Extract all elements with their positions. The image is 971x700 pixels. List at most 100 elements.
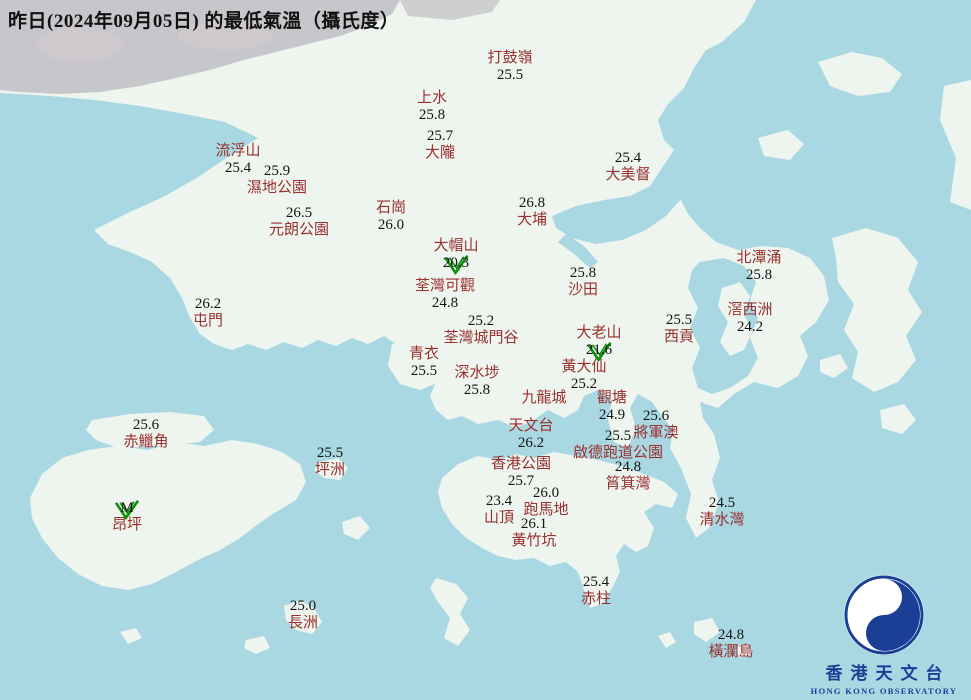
station-name: 石崗 [375, 200, 407, 216]
station-temp: 25.5 [410, 363, 438, 379]
station-cheung-chau: 25.0 長洲 [288, 598, 318, 632]
station-wong-tai-sin: 黃大仙 25.2 [561, 359, 606, 393]
station-temp: 25.5 [316, 445, 344, 461]
station-temp: 26.2 [194, 296, 222, 312]
station-sheung-shui: 上水 25.8 [417, 90, 447, 124]
station-temp: 25.8 [569, 265, 597, 281]
station-tsuen-wan-shing-mun-valley: 25.2 荃灣城門谷 [443, 313, 518, 347]
station-temp: 24.5 [708, 495, 736, 511]
station-name: 滘西洲 [727, 302, 773, 318]
station-the-peak: 23.4 山頂 [484, 493, 514, 527]
station-name: 青衣 [408, 346, 440, 362]
station-temp: 26.0 [532, 485, 560, 501]
station-shau-kei-wan: 24.8 筲箕灣 [605, 459, 650, 493]
station-tsuen-wan-ho-koon: 荃灣可觀 24.8 [415, 278, 475, 312]
station-temp: 25.8 [745, 267, 773, 283]
station-temp: 25.5 [496, 67, 524, 83]
station-temp: 26.8 [518, 195, 546, 211]
station-tai-mo-shan: 大帽山 20.3 [433, 238, 479, 275]
station-name: 大老山 [576, 325, 622, 341]
station-name: 天文台 [508, 418, 554, 434]
station-name: 打鼓嶺 [487, 50, 533, 66]
station-name: 大隴 [424, 145, 456, 161]
station-wong-chuk-hang: 26.1 黃竹坑 [511, 516, 556, 550]
station-temp: M [114, 499, 140, 520]
station-name: 屯門 [192, 313, 224, 329]
station-happy-valley: 26.0 跑馬地 [523, 485, 568, 519]
station-clear-water-bay: 24.5 清水灣 [699, 495, 744, 529]
station-name: 大美督 [605, 167, 651, 183]
station-temp: 24.8 [717, 627, 745, 643]
station-temp: 26.2 [517, 435, 545, 451]
station-name: 九龍城 [521, 390, 567, 406]
station-tates-cairn: 大老山 21.6 [576, 325, 622, 362]
station-name: 黃大仙 [561, 359, 607, 375]
station-tai-po: 26.8 大埔 [517, 195, 547, 229]
station-temp: 25.5 [604, 428, 632, 444]
station-name: 流浮山 [215, 143, 261, 159]
hko-logo: 香港天文台 HONG KONG OBSERVATORY [799, 573, 969, 696]
station-kwun-tong: 觀塘 24.9 [597, 390, 627, 424]
urban-patch [38, 28, 122, 62]
station-sai-kung: 25.5 西貢 [664, 312, 694, 346]
station-kau-sai-chau: 滘西洲 24.2 [727, 302, 772, 336]
station-name: 濕地公園 [246, 180, 308, 196]
station-sha-tin: 25.8 沙田 [568, 265, 598, 299]
station-temp: 26.0 [377, 217, 405, 233]
station-temp: 24.8 [431, 295, 459, 311]
station-pak-tam-chung: 北潭涌 25.8 [736, 250, 781, 284]
station-name: 橫瀾島 [708, 644, 754, 660]
station-temp: 23.4 [485, 493, 513, 509]
station-tai-lung: 25.7 大隴 [425, 128, 455, 162]
station-tsing-yi: 青衣 25.5 [409, 346, 439, 380]
station-name: 山頂 [483, 510, 515, 526]
station-observatory: 天文台 26.2 [508, 418, 553, 452]
station-temp: 25.8 [418, 107, 446, 123]
station-name: 將軍澳 [633, 425, 679, 441]
station-tseung-kwan-o: 25.6 將軍澳 [633, 408, 678, 442]
station-waglan-island: 24.8 橫瀾島 [708, 627, 753, 661]
station-yuen-long-park: 26.5 元朗公園 [269, 205, 329, 239]
station-temp: 25.8 [463, 382, 491, 398]
station-temp: 24.8 [614, 459, 642, 475]
station-name: 昂坪 [111, 517, 143, 533]
station-temp: 25.6 [642, 408, 670, 424]
station-name: 赤鱲角 [123, 434, 169, 450]
station-temp: 21.6 [586, 341, 612, 362]
station-name: 觀塘 [596, 390, 628, 406]
station-name: 大埔 [516, 212, 548, 228]
station-temp: 25.6 [132, 417, 160, 433]
station-name: 上水 [416, 90, 448, 106]
weather-map-screen: 昨日(2024年09月05日) 的最低氣溫（攝氏度） 打鼓嶺 25.5 上水 25.8… [0, 0, 971, 700]
station-stanley: 25.4 赤柱 [581, 574, 611, 608]
station-peng-chau: 25.5 坪洲 [315, 445, 345, 479]
station-name: 黃竹坑 [511, 533, 557, 549]
station-name: 元朗公園 [268, 222, 330, 238]
station-temp: 26.5 [285, 205, 313, 221]
station-name: 清水灣 [699, 512, 745, 528]
hko-logo-icon [844, 575, 924, 655]
station-shek-kong: 石崗 26.0 [376, 200, 406, 234]
station-temp: 25.7 [426, 128, 454, 144]
station-ngong-ping: M 昂坪 [111, 499, 143, 534]
station-name: 荃灣城門谷 [443, 330, 519, 346]
station-name: 北潭涌 [736, 250, 782, 266]
station-temp: 24.2 [736, 319, 764, 335]
station-name: 坪洲 [314, 462, 346, 478]
hko-name-chinese: 香港天文台 [825, 664, 951, 683]
station-tuen-mun: 26.2 屯門 [193, 296, 223, 330]
station-temp: 25.2 [570, 376, 598, 392]
station-temp: 26.1 [520, 516, 548, 532]
station-name: 深水埗 [454, 365, 500, 381]
hko-name-english: HONG KONG OBSERVATORY [810, 686, 958, 696]
station-temp: 25.4 [582, 574, 610, 590]
station-name: 長洲 [287, 615, 319, 631]
station-temp: 25.0 [289, 598, 317, 614]
station-tai-mei-tuk: 25.4 大美督 [605, 150, 650, 184]
station-chek-lap-kok: 25.6 赤鱲角 [123, 417, 168, 451]
station-name: 大帽山 [433, 238, 479, 254]
station-temp: 25.9 [263, 163, 291, 179]
station-wetland-park: 25.9 濕地公園 [247, 163, 307, 197]
station-temp: 25.5 [665, 312, 693, 328]
station-name: 荃灣可觀 [414, 278, 476, 294]
